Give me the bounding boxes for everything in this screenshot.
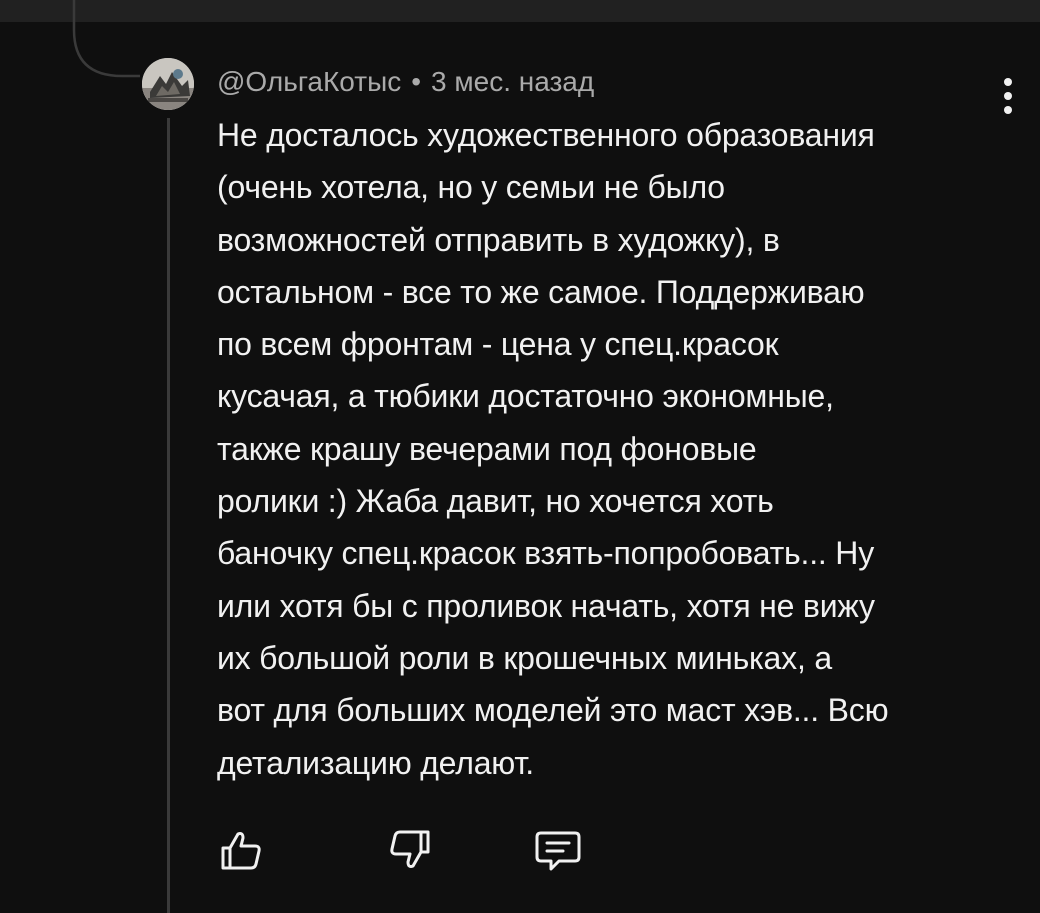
comment-view: @ОльгаКотыс • 3 мес. назад Не досталось …: [0, 0, 1040, 913]
avatar[interactable]: [142, 58, 194, 110]
comment-line: вот для больших моделей это маст хэв... …: [217, 692, 889, 729]
menu-dot-icon: [1004, 92, 1012, 100]
thumbs-down-icon: [390, 830, 430, 868]
comment-line: (очень хотела, но у семьи не было: [217, 169, 725, 206]
like-button[interactable]: [213, 822, 269, 878]
thread-line: [167, 118, 170, 913]
comment-line: возможностей отправить в художку), в: [217, 221, 780, 258]
comment-line: остальном - все то же самое. Поддерживаю: [217, 273, 865, 310]
comment-timestamp[interactable]: 3 мес. назад: [431, 66, 594, 98]
comment-line: также крашу вечерами под фоновые: [217, 430, 757, 467]
author-name[interactable]: @ОльгаКотыс: [217, 66, 401, 98]
comment-line: детализацию делают.: [217, 744, 534, 781]
comment-line: Не досталось художественного образования: [217, 117, 875, 153]
thumbs-up-icon: [221, 832, 261, 870]
comment-line: баночку спец.красок взять-попробовать...…: [217, 535, 874, 572]
avatar-image: [142, 58, 194, 110]
dislike-button[interactable]: [382, 822, 438, 878]
comment-line: их большой роли в крошечных миньках, а: [217, 639, 832, 676]
comment-body: Не досталось художественного образования…: [217, 109, 1017, 789]
comment-line: или хотя бы с проливок начать, хотя не в…: [217, 587, 875, 624]
comment-header: @ОльгаКотыс • 3 мес. назад: [217, 62, 594, 102]
comment-line: кусачая, а тюбики достаточно экономные,: [217, 378, 834, 415]
reply-button[interactable]: [530, 822, 586, 878]
comment-line: ролики :) Жаба давит, но хочется хоть: [217, 483, 774, 520]
comment-icon: [535, 831, 581, 871]
comment-line: по всем фронтам - цена у спец.красок: [217, 326, 779, 363]
menu-dot-icon: [1004, 78, 1012, 86]
separator-dot: •: [411, 66, 422, 97]
